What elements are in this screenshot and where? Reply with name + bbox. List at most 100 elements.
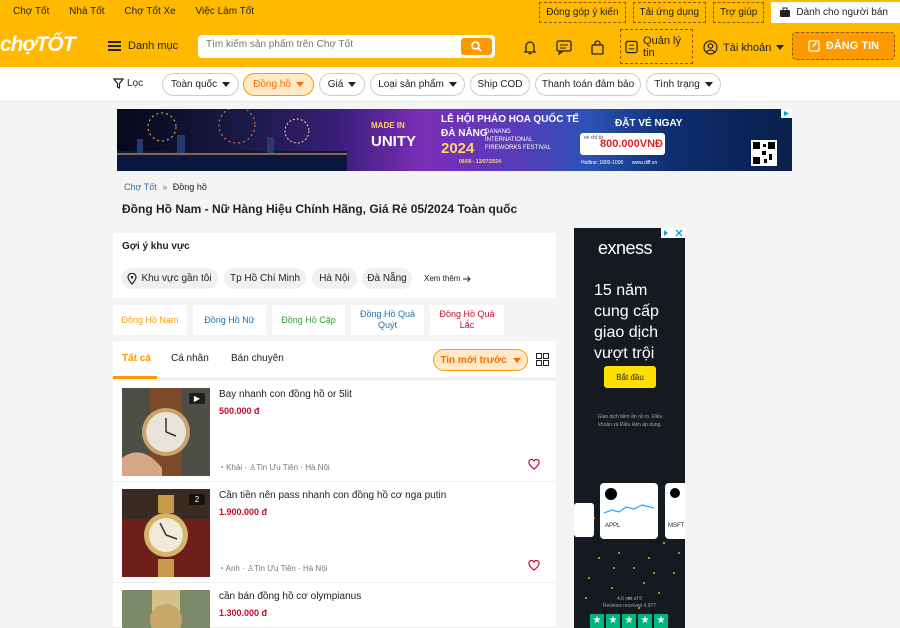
manage-listings-button[interactable]: Quản lý tin bbox=[620, 29, 693, 64]
breadcrumb-home[interactable]: Chợ Tốt bbox=[124, 182, 157, 192]
link-cho-tot-xe[interactable]: Chợ Tốt Xe bbox=[124, 6, 175, 17]
listing-thumbnail: ▶ bbox=[122, 388, 210, 476]
account-button[interactable]: Tài khoản bbox=[703, 40, 785, 55]
category-menu-button[interactable]: Danh mục bbox=[108, 40, 178, 52]
category-pendulum[interactable]: Đồng Hồ Quả Lắc bbox=[430, 305, 504, 335]
user-icon bbox=[703, 40, 718, 55]
filter-label: Lọc bbox=[127, 78, 144, 89]
caret-down-icon bbox=[512, 357, 521, 363]
chip-secure-payment[interactable]: Thanh toán đảm bảo bbox=[535, 73, 641, 96]
search-button[interactable] bbox=[461, 38, 492, 55]
ad-headline-line: vượt trội bbox=[594, 345, 655, 362]
region-chip-label: Đà Nẵng bbox=[367, 273, 407, 284]
cart-button[interactable] bbox=[587, 37, 607, 57]
adchoices-icon[interactable] bbox=[781, 109, 792, 118]
chip-label: Ship COD bbox=[477, 79, 523, 90]
notification-button[interactable] bbox=[520, 37, 540, 57]
banner-year: 2024 bbox=[441, 140, 475, 157]
listing-item[interactable]: cần bán đồng hồ cơ olympianus 1.300.000 … bbox=[113, 583, 556, 628]
listing-thumbnail: 2 bbox=[122, 489, 210, 577]
ad-star-rating: ★ ★ ★ ★ ★ bbox=[590, 614, 668, 628]
listing-title[interactable]: Cần tiền nên pass nhanh con đồng hồ cơ n… bbox=[219, 490, 446, 501]
ad-cta-button[interactable]: Bắt đầu bbox=[604, 366, 656, 388]
seller-label: Dành cho người bán bbox=[796, 7, 888, 18]
sort-dropdown[interactable]: Tin mới trước bbox=[433, 349, 528, 371]
chip-ship-cod[interactable]: Ship COD bbox=[470, 73, 530, 96]
caret-down-icon bbox=[222, 82, 231, 87]
favorite-heart-icon[interactable] bbox=[528, 560, 540, 571]
meta-separator: · bbox=[300, 463, 303, 472]
stock-chart-line bbox=[604, 504, 654, 514]
seller-link[interactable]: Dành cho người bán bbox=[771, 2, 900, 23]
link-viec-lam-tot[interactable]: Việc Làm Tốt bbox=[196, 6, 255, 17]
listing-title[interactable]: cần bán đồng hồ cơ olympianus bbox=[219, 591, 361, 602]
region-chip-danang[interactable]: Đà Nẵng bbox=[362, 268, 412, 289]
post-listing-button[interactable]: ĐĂNG TIN bbox=[792, 32, 895, 60]
qr-code-icon bbox=[751, 140, 777, 166]
chip-location[interactable]: Toàn quốc bbox=[162, 73, 239, 96]
link-cho-tot[interactable]: Chợ Tốt bbox=[13, 6, 49, 17]
bell-icon bbox=[523, 40, 537, 54]
ad-brand-logo: exness bbox=[598, 238, 653, 258]
priority-badge: Tin Ưu Tiên bbox=[256, 463, 299, 472]
chip-condition[interactable]: Tình trạng bbox=[646, 73, 721, 96]
ad-disclaimer: Giao dịch tiềm ẩn rủi ro. Điều khoản và … bbox=[597, 414, 663, 428]
listing-item[interactable]: ▶ Bay nhanh con đồng hồ or 5lit 500.000 … bbox=[113, 381, 556, 482]
chip-price[interactable]: Giá bbox=[319, 73, 365, 96]
seller-avatar-icon: ◔ bbox=[219, 564, 224, 573]
side-advertisement[interactable]: exness 15 năm cung cấp giao dịch vượt tr… bbox=[574, 228, 685, 628]
region-chip-nearby[interactable]: Khu vực gần tôi bbox=[121, 268, 218, 289]
region-suggestions: Gợi ý khu vực Khu vực gần tôi Tp Hồ Chí … bbox=[113, 233, 556, 298]
priority-badge: Tin Ưu Tiên bbox=[254, 564, 296, 573]
grid-view-icon[interactable] bbox=[536, 353, 549, 366]
adchoices-icon[interactable] bbox=[661, 228, 685, 238]
active-tab-indicator bbox=[113, 376, 157, 379]
location-pin-icon bbox=[127, 272, 138, 285]
image-count-badge: 2 bbox=[189, 494, 205, 505]
region-chip-hcm[interactable]: Tp Hồ Chí Minh bbox=[224, 268, 306, 289]
ad-reviews-text: Reviews received 4,977 bbox=[602, 603, 657, 609]
cho-tot-logo[interactable]: chợTỐT bbox=[0, 33, 76, 57]
region-chip-hanoi[interactable]: Hà Nội bbox=[312, 268, 357, 289]
tab-personal[interactable]: Cá nhân bbox=[171, 353, 209, 364]
chat-button[interactable] bbox=[554, 37, 574, 57]
banner-made-in: MADE IN bbox=[371, 121, 405, 130]
watch-photo bbox=[122, 590, 210, 628]
favorite-heart-icon[interactable] bbox=[528, 459, 540, 470]
feedback-link[interactable]: Đóng góp ý kiến bbox=[539, 2, 626, 23]
region-heading: Gợi ý khu vực bbox=[122, 241, 190, 252]
banner-price: 800.000VNĐ bbox=[600, 138, 663, 150]
chip-label: Giá bbox=[327, 79, 344, 90]
star-icon: ★ bbox=[606, 614, 620, 628]
category-menu-label: Danh mục bbox=[128, 40, 179, 52]
meta-separator: · bbox=[298, 564, 301, 573]
help-link[interactable]: Trợ giúp bbox=[713, 2, 765, 23]
star-icon: ★ bbox=[622, 614, 636, 628]
banner-website: www.diff.vn bbox=[632, 160, 658, 166]
seller-name: Anh bbox=[225, 564, 240, 573]
category-women[interactable]: Đồng Hồ Nữ bbox=[193, 305, 266, 335]
apple-logo-icon bbox=[605, 488, 617, 500]
listing-title[interactable]: Bay nhanh con đồng hồ or 5lit bbox=[219, 389, 352, 400]
star-icon: ★ bbox=[654, 614, 668, 628]
link-nha-tot[interactable]: Nhà Tốt bbox=[69, 6, 104, 17]
search-input[interactable] bbox=[206, 39, 446, 50]
promo-banner[interactable]: MADE IN UNITY LỄ HỘI PHÁO HOA QUỐC TẾ ĐÀ… bbox=[117, 109, 792, 171]
tab-all[interactable]: Tất cả bbox=[122, 353, 151, 364]
listing-item[interactable]: 2 Cần tiền nên pass nhanh con đồng hồ cơ… bbox=[113, 482, 556, 583]
fireworks-photo bbox=[117, 109, 347, 171]
chip-product-type[interactable]: Loại sản phẩm bbox=[370, 73, 465, 96]
chip-category[interactable]: Đồng hồ bbox=[243, 73, 314, 96]
caret-down-icon bbox=[295, 82, 304, 87]
manage-listings-label: Quản lý tin bbox=[643, 34, 681, 59]
category-pocket[interactable]: Đồng Hồ Quả Quýt bbox=[351, 305, 424, 335]
filter-button[interactable]: Lọc bbox=[113, 78, 143, 89]
category-men[interactable]: Đồng Hồ Nam bbox=[113, 305, 187, 335]
ad-headline-line: 15 năm bbox=[594, 282, 648, 299]
download-app-link[interactable]: Tải ứng dụng bbox=[632, 2, 707, 23]
tab-professional[interactable]: Bán chuyên bbox=[231, 353, 284, 364]
category-couple[interactable]: Đồng Hồ Cặp bbox=[272, 305, 345, 335]
ad-rating-text: 4.6 out of 5 bbox=[616, 596, 643, 602]
banner-city: ĐÀ NẴNG bbox=[441, 128, 488, 139]
see-more-link[interactable]: Xem thêm bbox=[424, 274, 472, 283]
